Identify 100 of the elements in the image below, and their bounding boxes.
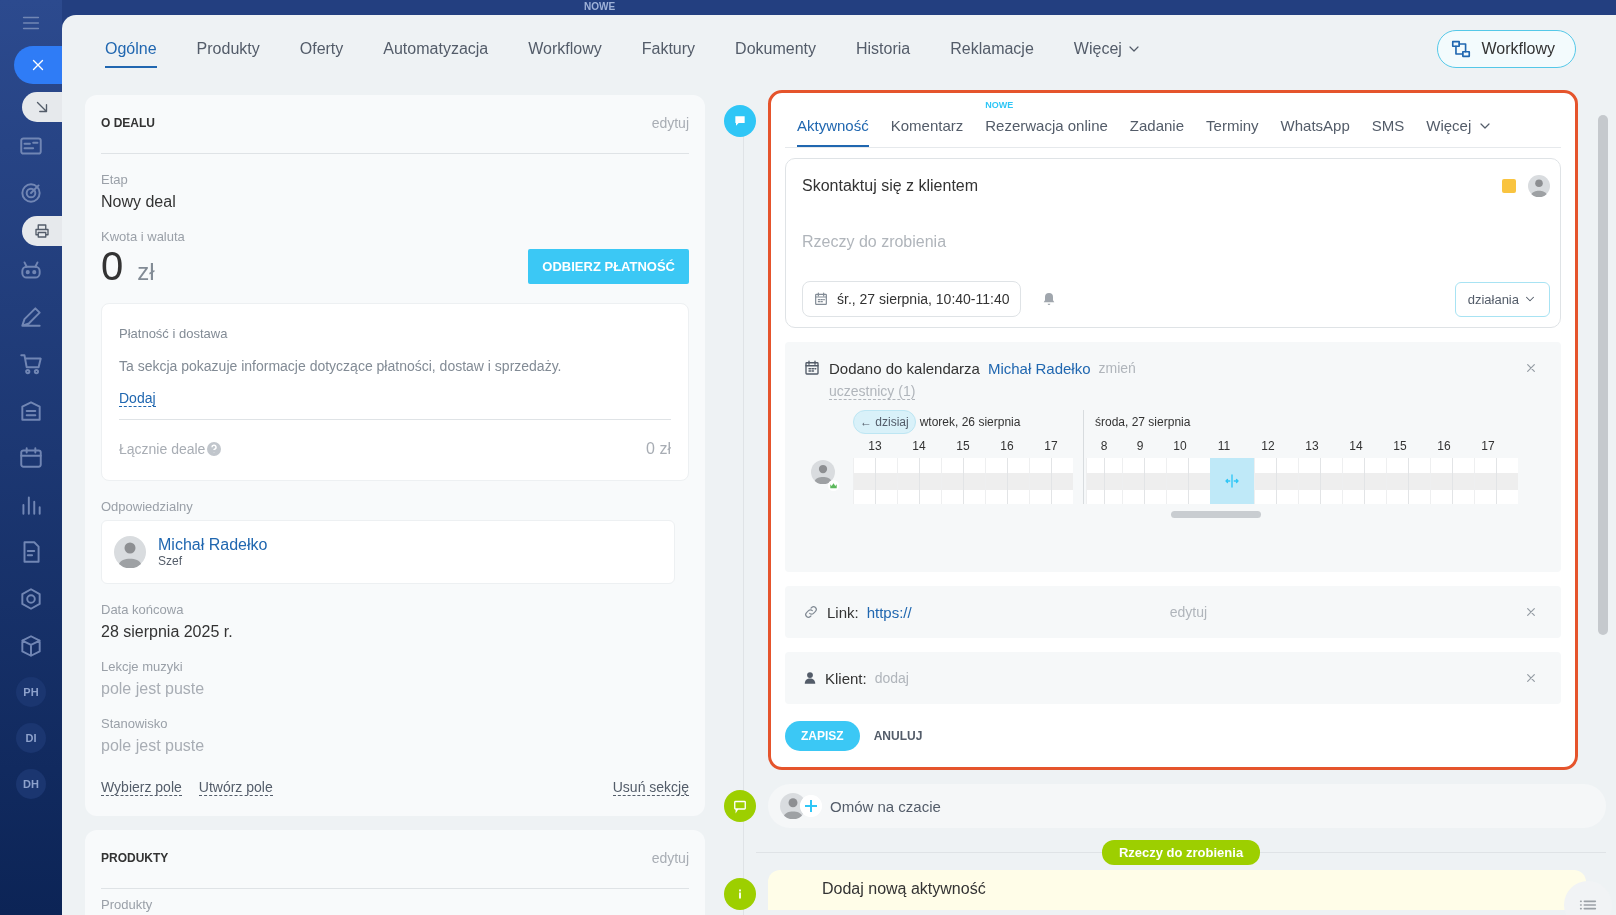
field-value: Nowy deal [101,193,177,211]
panel-description: Ta sekcja pokazuje informacje dotyczące płatności, dostaw i sprzedaży. [119,358,563,374]
new-label: NOWE [985,100,1014,110]
tab[interactable]: Więcej [1426,117,1494,147]
chat-row[interactable]: Omów na czacie [768,784,1606,828]
section-title: PRODUKTY [101,851,169,865]
section-badge: Rzeczy do zrobienia [1101,839,1261,865]
user-name-link[interactable]: Michał Radełko [987,359,1091,377]
scrollbar-thumb[interactable] [1171,511,1261,518]
hour-label: 15 [956,439,970,453]
cube-icon[interactable] [18,632,44,659]
time-slot[interactable] [1210,458,1254,504]
tab[interactable]: Faktury [641,30,696,68]
avatar-icon [1528,175,1550,197]
tab[interactable]: Workflowy [528,30,602,68]
tab[interactable]: Aktywność [797,117,869,147]
panel-title: Dodano do kalendarza [829,359,980,377]
scrollbar[interactable] [1598,115,1608,635]
link-icon [803,604,819,620]
info-icon [724,878,756,910]
total-value: 0 zł [646,440,671,458]
day-label: wtorek, 26 sierpnia [919,415,1021,429]
today-button[interactable]: ← dzisiaj [853,410,916,434]
remove-section-link[interactable]: Usuń sekcję [612,779,689,796]
actions-dropdown[interactable]: działania [1454,281,1550,317]
user-role: Szef [158,554,183,568]
field-link[interactable]: Utwórz pole [198,779,273,796]
workflow-button[interactable]: Workflowy [1436,30,1576,68]
tab[interactable]: Komentarz [890,117,964,147]
field-label: Klient: [825,669,867,687]
resize-icon [1223,472,1241,490]
calendar-icon[interactable] [18,444,44,471]
arrow-button[interactable] [22,92,62,122]
close-button[interactable] [14,46,62,84]
field-label: Kwota i waluta [101,229,186,244]
diagram-icon [1449,38,1472,60]
hour-label: 17 [1044,439,1058,453]
crown-icon [828,480,839,491]
task-title: Skontaktuj się z klientem [802,177,979,195]
hour-label: 15 [1393,439,1407,453]
date-picker[interactable]: śr., 27 sierpnia, 10:40-11:40 [802,281,1021,317]
tab[interactable]: Automatyzacja [383,30,489,68]
user-avatar[interactable]: DI [16,723,46,753]
new-label: NOWE [584,1,616,12]
field-value: 28 sierpnia 2025 r. [101,623,234,641]
hour-label: 11 [1217,439,1231,453]
field-label: Link: [827,603,859,621]
calendar-icon [813,291,829,307]
user-avatar[interactable]: DH [16,769,46,799]
hour-label: 8 [1100,439,1108,453]
tab[interactable]: Terminy [1206,117,1259,147]
field-label: Odpowiedzialny [101,499,194,514]
hour-label: 14 [1349,439,1363,453]
hour-label: 14 [912,439,926,453]
tab[interactable]: Dokumenty [735,30,816,68]
chat-label: Omów na czacie [830,797,941,815]
tab[interactable]: Zadanie [1129,117,1185,147]
tab[interactable]: Oferty [299,30,344,68]
day-label: środa, 27 sierpnia [1095,415,1191,429]
hour-label: 16 [1000,439,1014,453]
user-name-link[interactable]: Michał Radełko [158,536,268,554]
person-icon [803,671,817,685]
section-title: O DEALU [101,116,155,130]
field-value: pole jest puste [101,737,206,755]
activity-title: Dodaj nową aktywność [822,880,986,898]
hour-label: 13 [868,439,882,453]
help-icon[interactable] [207,442,222,456]
tab[interactable]: WhatsApp [1280,117,1350,147]
field-label: Etap [101,172,129,187]
total-label: Łącznie deale [119,441,206,457]
description-field[interactable]: Rzeczy do zrobienia [802,233,1550,251]
add-link[interactable]: Dodaj [119,390,156,407]
hour-label: 13 [1305,439,1319,453]
printer-button[interactable] [22,216,62,246]
hour-label: 9 [1136,439,1144,453]
user-avatar[interactable]: PH [16,677,46,707]
panel-title: Płatność i dostawa [119,326,229,341]
tab[interactable]: Produkty [196,30,260,68]
hour-label: 10 [1173,439,1187,453]
avatar-icon [811,460,835,484]
tab[interactable]: Ogólne [105,30,157,68]
url-link[interactable]: https:// [866,603,912,621]
tab[interactable]: Więcej [1073,30,1142,68]
chat-icon [724,790,756,822]
tab[interactable]: Historia [856,30,911,68]
field-label: Stanowisko [101,716,169,731]
printer-icon [33,222,51,240]
calendar-icon [803,359,821,377]
color-marker[interactable] [1502,179,1516,193]
amount-value: 0 [101,244,124,289]
hour-label: 17 [1481,439,1495,453]
cancel-button[interactable]: ANULUJ [873,729,923,743]
field-link[interactable]: Wybierz pole [101,779,182,796]
hexagon-icon[interactable] [18,585,44,612]
field-value: pole jest puste [101,680,206,698]
field-label: Lekcje muzyki [101,659,184,674]
hour-label: 12 [1261,439,1275,453]
tab[interactable]: Reklamacje [950,30,1034,68]
tab[interactable]: SMS [1371,117,1405,147]
avatar-icon [114,536,146,568]
